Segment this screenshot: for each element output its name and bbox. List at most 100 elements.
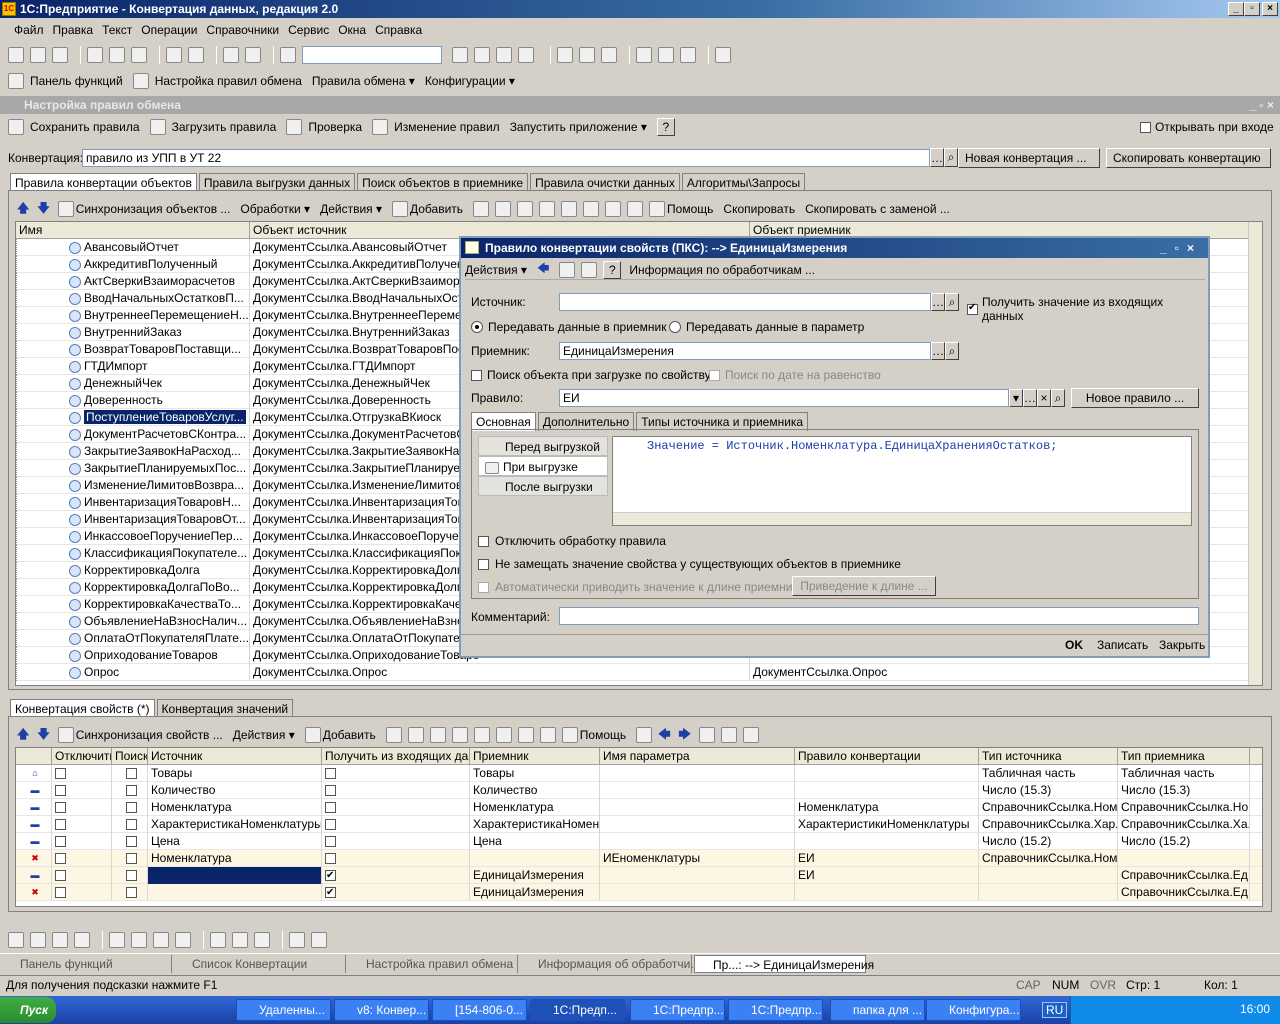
prop-add-button[interactable]: Добавить [323,728,376,742]
close-button[interactable]: × [1262,2,1278,16]
prop-undo-icon[interactable] [517,727,534,743]
prop-header-disable[interactable]: Отключить [52,748,112,765]
handlers-info-button[interactable]: Информация по обработчикам ... [629,263,815,277]
copy-conversion-button[interactable]: Скопировать конвертацию [1106,148,1271,168]
rule-field[interactable]: ЕИ [559,389,1009,407]
dialog-close-button[interactable]: Закрыть [1159,638,1205,652]
search-checkbox[interactable] [125,785,137,797]
text-tool-2-icon[interactable] [30,932,46,948]
conversion-field[interactable]: правило из УПП в УТ 22 [82,149,930,167]
taskbar-item[interactable]: папка для ... [830,999,925,1021]
prop-edit-icon[interactable] [473,727,490,743]
search-by-date-option[interactable]: Поиск по дате на равенство [709,368,881,382]
incoming-checkbox[interactable] [325,836,336,848]
taskbar-item[interactable]: 1С:Предпр... [728,999,823,1021]
search-checkbox[interactable] [125,768,137,780]
property-row[interactable]: ✖ Номенклатура ИЕноменклатуры ЕИ СправочникС… [16,850,1262,867]
prop-header-search[interactable]: Поиск [112,748,148,765]
move-up-icon[interactable]: 🡅 [17,199,29,220]
disable-checkbox[interactable] [55,785,66,797]
memory-minus-icon[interactable] [680,47,696,63]
menu-service[interactable]: Сервис [288,23,329,37]
menu-edit[interactable]: Правка [53,23,94,37]
indent-icon[interactable] [109,932,125,948]
language-indicator[interactable]: RU [1042,1002,1068,1018]
prop-source[interactable] [148,867,322,884]
edit-icon[interactable] [561,201,578,217]
handler-after-export[interactable]: После выгрузки [478,476,608,496]
run-app-menu[interactable]: Запустить приложение ▾ [510,120,647,134]
disable-rule-option[interactable]: Отключить обработку правила [478,534,666,548]
sync-objects-button[interactable]: Синхронизация объектов ... [76,202,231,216]
prop-header-rule[interactable]: Правило конвертации [795,748,979,765]
prop-header-src-type[interactable]: Тип источника [979,748,1118,765]
undo-icon[interactable] [223,47,239,63]
get-incoming-checkbox[interactable] [967,302,978,315]
subwindow-controls[interactable]: _ ▫ × [1249,96,1274,114]
search-checkbox[interactable] [125,802,137,814]
incoming-checkbox[interactable] [325,768,336,780]
prop-header-incoming[interactable]: Получить из входящих дан... [322,748,470,765]
processing-menu[interactable]: Обработки ▾ [240,202,310,216]
code-hscrollbar[interactable] [613,512,1191,525]
search-checkbox[interactable] [125,870,137,882]
redo-icon[interactable] [245,47,261,63]
disable-checkbox[interactable] [55,870,66,882]
prop-left-arrow-icon[interactable]: 🡄 [658,725,670,746]
receiver-field[interactable]: ЕдиницаИзмерения [559,342,931,360]
start-button[interactable]: Пуск [0,997,56,1023]
incoming-checkbox[interactable] [325,802,336,814]
handler-before-export[interactable]: Перед выгрузкой [478,436,608,456]
pages-icon[interactable] [210,932,226,948]
prop-header-receiver[interactable]: Приемник [470,748,600,765]
menu-file[interactable]: Файл [14,23,44,37]
receiver-select-button[interactable]: … [931,342,945,360]
incoming-checkbox[interactable] [325,785,336,797]
add-button[interactable]: Добавить [410,202,463,216]
taskbar-item[interactable]: [154-806-0... [432,999,527,1021]
no-replace-option[interactable]: Не замещать значение свойства у существу… [478,557,901,571]
menu-text[interactable]: Текст [102,23,132,37]
prop-windows-icon[interactable] [742,727,759,743]
header-name[interactable]: Имя [16,222,250,239]
memory-icon[interactable] [636,47,652,63]
save-icon[interactable] [52,47,68,63]
dialog-controls[interactable]: _▫× [1160,238,1202,258]
prop-move-down-icon[interactable]: 🡇 [37,725,49,746]
help-objects-button[interactable]: Помощь [667,202,713,216]
disable-checkbox[interactable] [55,887,66,899]
window-icon[interactable] [496,47,512,63]
code-editor[interactable]: Значение = Источник.Номенклатура.Единица… [612,436,1192,526]
property-row[interactable]: ✖ ЕдиницаИзмерения СправочникСсылка.Ед... [16,884,1262,901]
prop-folder-icon[interactable] [385,727,402,743]
property-row[interactable]: ▬ ХарактеристикаНоменклатуры Характеристик… [16,816,1262,833]
rule-select-button[interactable]: … [1023,389,1037,407]
menu-windows[interactable]: Окна [338,23,366,37]
save-rules-button[interactable]: Сохранить правила [30,120,140,134]
delete-icon[interactable] [539,201,556,217]
calculator-icon[interactable] [557,47,573,63]
open-on-start-checkbox[interactable] [1140,121,1151,133]
search-checkbox[interactable] [125,887,137,899]
uncomment-icon[interactable] [311,932,327,948]
undo-edit-icon[interactable] [583,201,600,217]
get-incoming-option[interactable]: Получить значение из входящих данных [967,295,1208,323]
table-icon[interactable] [579,47,595,63]
configurations-menu[interactable]: Конфигурации ▾ [425,74,515,88]
disable-rule-checkbox[interactable] [478,535,489,547]
new-icon[interactable] [8,47,24,63]
disable-checkbox[interactable] [55,768,66,780]
incoming-checkbox[interactable] [325,853,336,865]
load-rules-button[interactable]: Загрузить правила [172,120,277,134]
to-length-button[interactable]: Приведение к длине ... [792,576,936,596]
new-conversion-button[interactable]: Новая конвертация ... [958,148,1100,168]
tree-icon[interactable] [495,201,512,217]
open-on-start[interactable]: Открывать при входе [1140,120,1274,134]
search-by-prop-option[interactable]: Поиск объекта при загрузке по свойству [471,368,711,382]
move-down-icon[interactable]: 🡇 [37,199,49,220]
prop-help-button[interactable]: Помощь [580,728,626,742]
memory-plus-icon[interactable] [658,47,674,63]
radio-to-param[interactable] [669,321,681,333]
prop-header-dst-type[interactable]: Тип приемника [1118,748,1250,765]
taskbar-item[interactable]: 1С:Предп... [530,999,625,1021]
